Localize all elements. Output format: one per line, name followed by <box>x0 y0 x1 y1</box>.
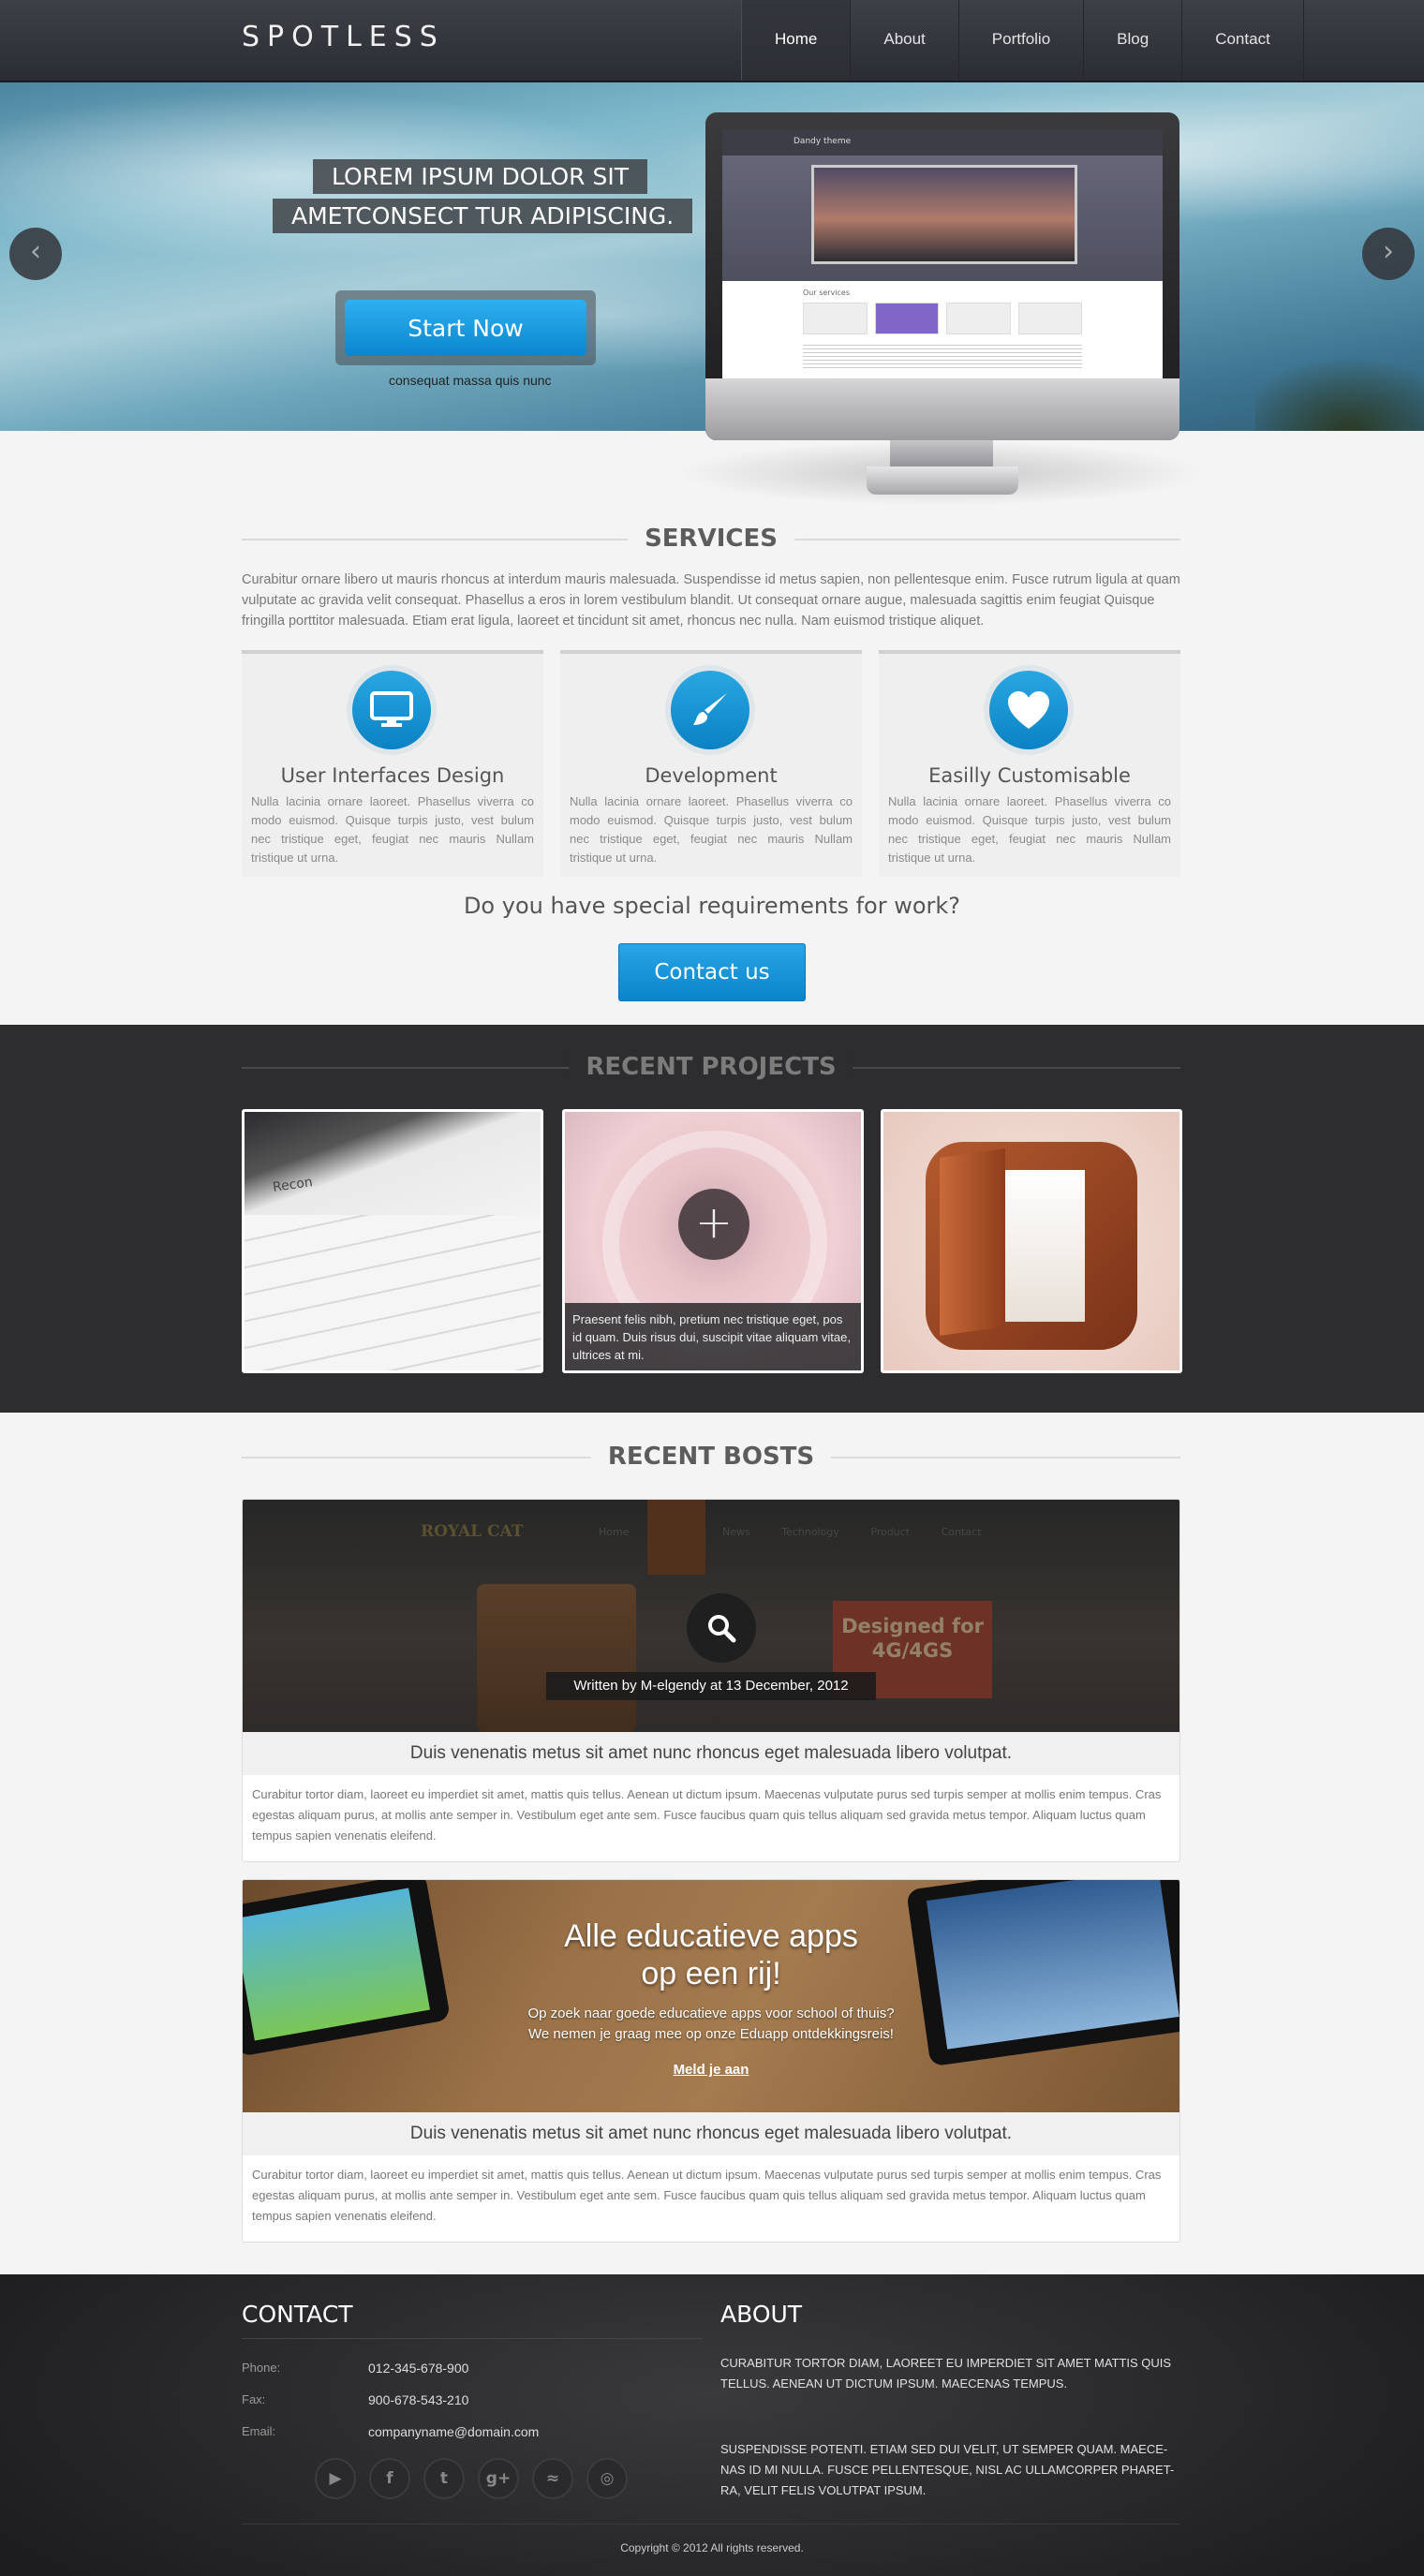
plus-icon[interactable]: + <box>678 1189 749 1260</box>
post-image-heading-line-2: op een rij! <box>641 1956 781 1991</box>
footer-contact-rule <box>242 2338 703 2339</box>
facebook-icon[interactable]: f <box>369 2458 410 2499</box>
footer-about-text-1: Curabitur tortor diam, laoreet eu imperd… <box>720 2356 1172 2391</box>
monitor-stand-base <box>867 466 1018 495</box>
start-now-button[interactable]: Start Now <box>345 300 586 356</box>
monitor-screen: Dandy theme Our services <box>722 129 1163 378</box>
hero-headline-1: LOREM IPSUM DOLOR SIT <box>313 159 648 194</box>
footer-email[interactable]: companyname@domain.com <box>368 2424 539 2439</box>
heart-icon <box>989 671 1068 749</box>
rss-icon[interactable]: ≈ <box>532 2458 573 2499</box>
monitor-mockup: Dandy theme Our services <box>705 112 1179 440</box>
footer-about-heading: ABOUT <box>720 2301 803 2328</box>
project-thumbnail-1[interactable]: Recon <box>242 1109 543 1373</box>
service-card-development: Development Nulla lacinia ornare laoreet… <box>560 650 862 877</box>
search-icon[interactable] <box>687 1593 756 1663</box>
service-card-title: User Interfaces Design <box>280 764 505 787</box>
hero-subtext: consequat massa quis nunc <box>389 373 552 388</box>
blog-post-1: ROYAL CAT Home About News Technology Pro… <box>242 1499 1180 1862</box>
project-recon-label: Recon <box>272 1175 314 1195</box>
services-intro: Curabitur ornare libero ut mauris rhoncu… <box>242 572 1180 629</box>
service-card-desc: Nulla lacinia ornare laoreet. Phasellus … <box>570 794 853 865</box>
post-title[interactable]: Duis venenatis metus sit amet nunc rhonc… <box>243 2112 1179 2155</box>
monitor-screen-title: Dandy theme <box>794 137 852 146</box>
monitor-icon <box>352 671 431 749</box>
google-plus-icon[interactable]: g+ <box>478 2458 519 2499</box>
project-thumbnail-3[interactable] <box>881 1109 1182 1373</box>
post-author-date: Written by M-elgendy at 13 December, 201… <box>546 1672 876 1700</box>
nav-about[interactable]: About <box>851 0 959 81</box>
brush-icon <box>671 671 749 749</box>
post-image-signup-link[interactable]: Meld je aan <box>243 2062 1179 2078</box>
slider-prev-arrow-icon[interactable]: ‹ <box>9 228 62 280</box>
post-image-heading-line-1: Alle educatieve apps <box>564 1918 858 1954</box>
footer-fax: 900-678-543-210 <box>368 2392 469 2407</box>
post-excerpt: Curabitur tortor diam, laoreet eu imperd… <box>252 2168 1162 2223</box>
service-card-customisable: Easilly Customisable Nulla lacinia ornar… <box>879 650 1180 877</box>
site-logo[interactable]: SPOTLESS <box>242 21 445 53</box>
monitor-chin <box>705 378 1179 440</box>
footer-phone-label: Phone: <box>242 2361 281 2375</box>
service-card-desc: Nulla lacinia ornare laoreet. Phasellus … <box>888 794 1171 865</box>
project-caption: Praesent felis nibh, pretium nec tristiq… <box>565 1303 861 1370</box>
service-card-desc: Nulla lacinia ornare laoreet. Phasellus … <box>251 794 534 865</box>
special-requirements-question: Do you have special requirements for wor… <box>463 893 961 919</box>
footer-email-label: Email: <box>242 2424 276 2438</box>
footer-phone: 012-345-678-900 <box>368 2361 469 2376</box>
site-header: SPOTLESS Home About Portfolio Blog Conta… <box>0 0 1424 82</box>
post-image-1[interactable]: ROYAL CAT Home About News Technology Pro… <box>243 1500 1179 1732</box>
blog-post-2: Alle educatieve apps op een rij! Op zoek… <box>242 1879 1180 2243</box>
slider-next-arrow-icon[interactable]: › <box>1362 228 1415 280</box>
posts-heading-text: RECENT BOSTS <box>590 1443 832 1471</box>
dribbble-icon[interactable]: ◎ <box>586 2458 628 2499</box>
post-title[interactable]: Duis venenatis metus sit amet nunc rhonc… <box>243 1732 1179 1775</box>
monitor-services-label: Our services <box>803 289 851 297</box>
main-nav: Home About Portfolio Blog Contact <box>741 0 1304 81</box>
footer-fax-label: Fax: <box>242 2392 266 2406</box>
monitor-stand-neck <box>890 440 993 468</box>
hero-trees <box>1255 337 1424 431</box>
twitter-icon[interactable]: t <box>423 2458 465 2499</box>
site-footer: CONTACT ABOUT Phone: 012-345-678-900 Fax… <box>0 2274 1424 2576</box>
post-image-2[interactable]: Alle educatieve apps op een rij! Op zoek… <box>243 1880 1179 2112</box>
post-image-text-1: Op zoek naar goede educatieve apps voor … <box>527 2006 895 2021</box>
start-now-wrap: Start Now <box>335 290 596 365</box>
projects-heading-text: RECENT PROJECTS <box>569 1053 853 1081</box>
posts-heading: RECENT BOSTS <box>242 1443 1180 1471</box>
monitor-screen-image <box>811 165 1077 264</box>
post-image-heading: Alle educatieve apps op een rij! <box>243 1917 1179 1992</box>
recent-projects-section: RECENT PROJECTS Recon + Praesent felis n… <box>0 1025 1424 1413</box>
nav-blog[interactable]: Blog <box>1084 0 1183 81</box>
copyright: Copyright © 2012 All rights reserved. <box>620 2541 804 2554</box>
service-card-title: Easilly Customisable <box>928 764 1131 787</box>
nav-contact[interactable]: Contact <box>1182 0 1304 81</box>
projects-heading: RECENT PROJECTS <box>242 1053 1180 1081</box>
post-image-text-2: We nemen je graag mee op onze Eduapp ont… <box>528 2026 894 2042</box>
footer-about-text-2: Suspendisse potenti. Etiam sed dui velit… <box>720 2442 1175 2497</box>
youtube-icon[interactable]: ▶ <box>315 2458 356 2499</box>
contact-us-button[interactable]: Contact us <box>618 943 806 1001</box>
service-card-ui-design: User Interfaces Design Nulla lacinia orn… <box>242 650 543 877</box>
footer-contact-heading: CONTACT <box>242 2301 353 2328</box>
nav-portfolio[interactable]: Portfolio <box>959 0 1085 81</box>
services-heading-text: SERVICES <box>628 525 794 553</box>
post-excerpt: Curabitur tortor diam, laoreet eu imperd… <box>252 1787 1162 1843</box>
hero-headline-2: AMETCONSECT TUR ADIPISCING. <box>273 199 693 233</box>
services-heading: SERVICES <box>242 525 1180 553</box>
nav-home[interactable]: Home <box>741 0 852 81</box>
project-thumbnail-2[interactable]: + Praesent felis nibh, pretium nec trist… <box>562 1109 864 1373</box>
service-card-title: Development <box>645 764 778 787</box>
